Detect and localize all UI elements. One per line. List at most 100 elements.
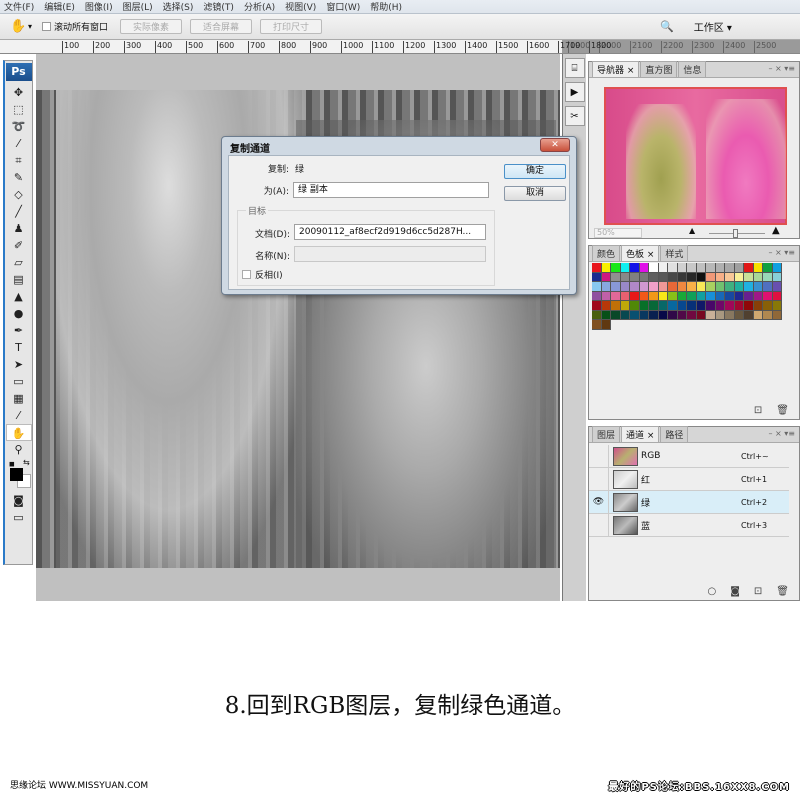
gradient-tool-icon[interactable]: ▤	[6, 271, 32, 288]
swatch[interactable]	[649, 263, 659, 273]
swatch[interactable]	[677, 263, 687, 273]
foreground-color[interactable]	[10, 468, 23, 481]
swatch[interactable]	[706, 282, 716, 292]
pen-tool-icon[interactable]: ✒	[6, 322, 32, 339]
swatch[interactable]	[620, 272, 630, 282]
zoom-level-input[interactable]: 50%	[594, 228, 642, 238]
swatch[interactable]	[725, 301, 735, 311]
swatch[interactable]	[677, 272, 687, 282]
path-selection-tool-icon[interactable]: ➤	[6, 356, 32, 373]
blur-tool-icon[interactable]: ▲	[6, 288, 32, 305]
brush-tool-icon[interactable]: ╱	[6, 203, 32, 220]
document-select[interactable]: 20090112_af8ecf2d919d6cc5d287H...	[294, 224, 486, 240]
workspace-menu[interactable]: 工作区 ▾	[694, 19, 732, 34]
swatch[interactable]	[687, 301, 697, 311]
swatch[interactable]	[744, 282, 754, 292]
bridge-icon[interactable]: 🔍	[660, 20, 674, 33]
menu-item[interactable]: 滤镜(T)	[203, 0, 234, 13]
swatch[interactable]	[753, 263, 763, 273]
menu-item[interactable]: 编辑(E)	[44, 0, 75, 13]
swatch[interactable]	[592, 272, 602, 282]
swatch[interactable]	[611, 310, 621, 320]
zoom-out-icon[interactable]: ▲	[689, 226, 695, 235]
actions-panel-icon[interactable]: ▶	[564, 82, 585, 102]
hand-tool-icon[interactable]: ✋	[10, 19, 28, 34]
swatch[interactable]	[772, 310, 782, 320]
swatch[interactable]	[630, 301, 640, 311]
swatch[interactable]	[706, 310, 716, 320]
menu-item[interactable]: 选择(S)	[163, 0, 194, 13]
swatch[interactable]	[639, 291, 649, 301]
swatch[interactable]	[687, 310, 697, 320]
swatch[interactable]	[601, 310, 611, 320]
channel-row[interactable]: RGB Ctrl+~	[589, 444, 789, 468]
dodge-tool-icon[interactable]: ●	[6, 305, 32, 322]
swatch[interactable]	[725, 291, 735, 301]
swatch[interactable]	[668, 282, 678, 292]
swatch[interactable]	[734, 263, 744, 273]
swatch[interactable]	[649, 282, 659, 292]
swatch[interactable]	[658, 301, 668, 311]
swatch[interactable]	[658, 310, 668, 320]
history-brush-tool-icon[interactable]: ✐	[6, 237, 32, 254]
lasso-tool-icon[interactable]: ➰	[6, 118, 32, 135]
swatch[interactable]	[715, 282, 725, 292]
quick-mask-icon[interactable]: ◙	[6, 492, 32, 509]
swatch[interactable]	[658, 291, 668, 301]
swatch[interactable]	[592, 263, 602, 273]
swatch[interactable]	[753, 272, 763, 282]
tab-info[interactable]: 信息	[678, 61, 707, 77]
swatch[interactable]	[753, 291, 763, 301]
swatch[interactable]	[601, 301, 611, 311]
zoom-slider-handle[interactable]	[733, 229, 738, 238]
swatch[interactable]	[601, 282, 611, 292]
swatch[interactable]	[677, 282, 687, 292]
swatch[interactable]	[630, 282, 640, 292]
tab-navigator[interactable]: 导航器 ×	[592, 61, 640, 77]
slice-tool-icon[interactable]: ✎	[6, 169, 32, 186]
as-name-input[interactable]: 绿 副本	[293, 182, 489, 198]
tab-styles[interactable]: 样式	[660, 245, 689, 261]
swatch[interactable]	[592, 282, 602, 292]
tab-paths[interactable]: 路径	[660, 426, 689, 442]
swatch[interactable]	[601, 320, 611, 330]
swatch[interactable]	[772, 282, 782, 292]
swatch[interactable]	[706, 263, 716, 273]
swatch[interactable]	[658, 272, 668, 282]
swatch[interactable]	[772, 291, 782, 301]
swatch[interactable]	[763, 310, 773, 320]
swatch[interactable]	[668, 291, 678, 301]
swatch[interactable]	[630, 310, 640, 320]
navigator-thumbnail[interactable]	[604, 87, 787, 225]
swatch[interactable]	[677, 310, 687, 320]
close-button[interactable]: ✕	[540, 138, 570, 152]
fit-screen-button[interactable]: 适合屏幕	[190, 19, 253, 34]
swatch[interactable]	[706, 272, 716, 282]
swatch[interactable]	[611, 263, 621, 273]
swatch[interactable]	[601, 272, 611, 282]
swatch[interactable]	[753, 282, 763, 292]
swatch[interactable]	[668, 263, 678, 273]
delete-channel-icon[interactable]: 🗑	[776, 586, 789, 597]
menu-item[interactable]: 帮助(H)	[370, 0, 402, 13]
eraser-tool-icon[interactable]: ▱	[6, 254, 32, 271]
notes-tool-icon[interactable]: ▦	[6, 390, 32, 407]
swatch[interactable]	[744, 291, 754, 301]
menu-item[interactable]: 文件(F)	[4, 0, 34, 13]
swatch[interactable]	[753, 310, 763, 320]
delete-swatch-icon[interactable]: 🗑	[776, 405, 789, 416]
hand-tool-icon[interactable]: ✋	[5, 424, 32, 441]
swatch[interactable]	[592, 301, 602, 311]
swatch[interactable]	[649, 291, 659, 301]
swatch[interactable]	[630, 291, 640, 301]
swatch[interactable]	[620, 310, 630, 320]
swatch[interactable]	[592, 310, 602, 320]
photoshop-logo[interactable]: Ps	[5, 63, 32, 81]
swatch[interactable]	[763, 291, 773, 301]
tab-histogram[interactable]: 直方图	[640, 61, 678, 77]
swatch[interactable]	[658, 263, 668, 273]
actual-pixels-button[interactable]: 实际像素	[120, 19, 183, 34]
swatch[interactable]	[715, 310, 725, 320]
save-selection-icon[interactable]: ◙	[730, 586, 740, 597]
stamp-tool-icon[interactable]: ♟	[6, 220, 32, 237]
